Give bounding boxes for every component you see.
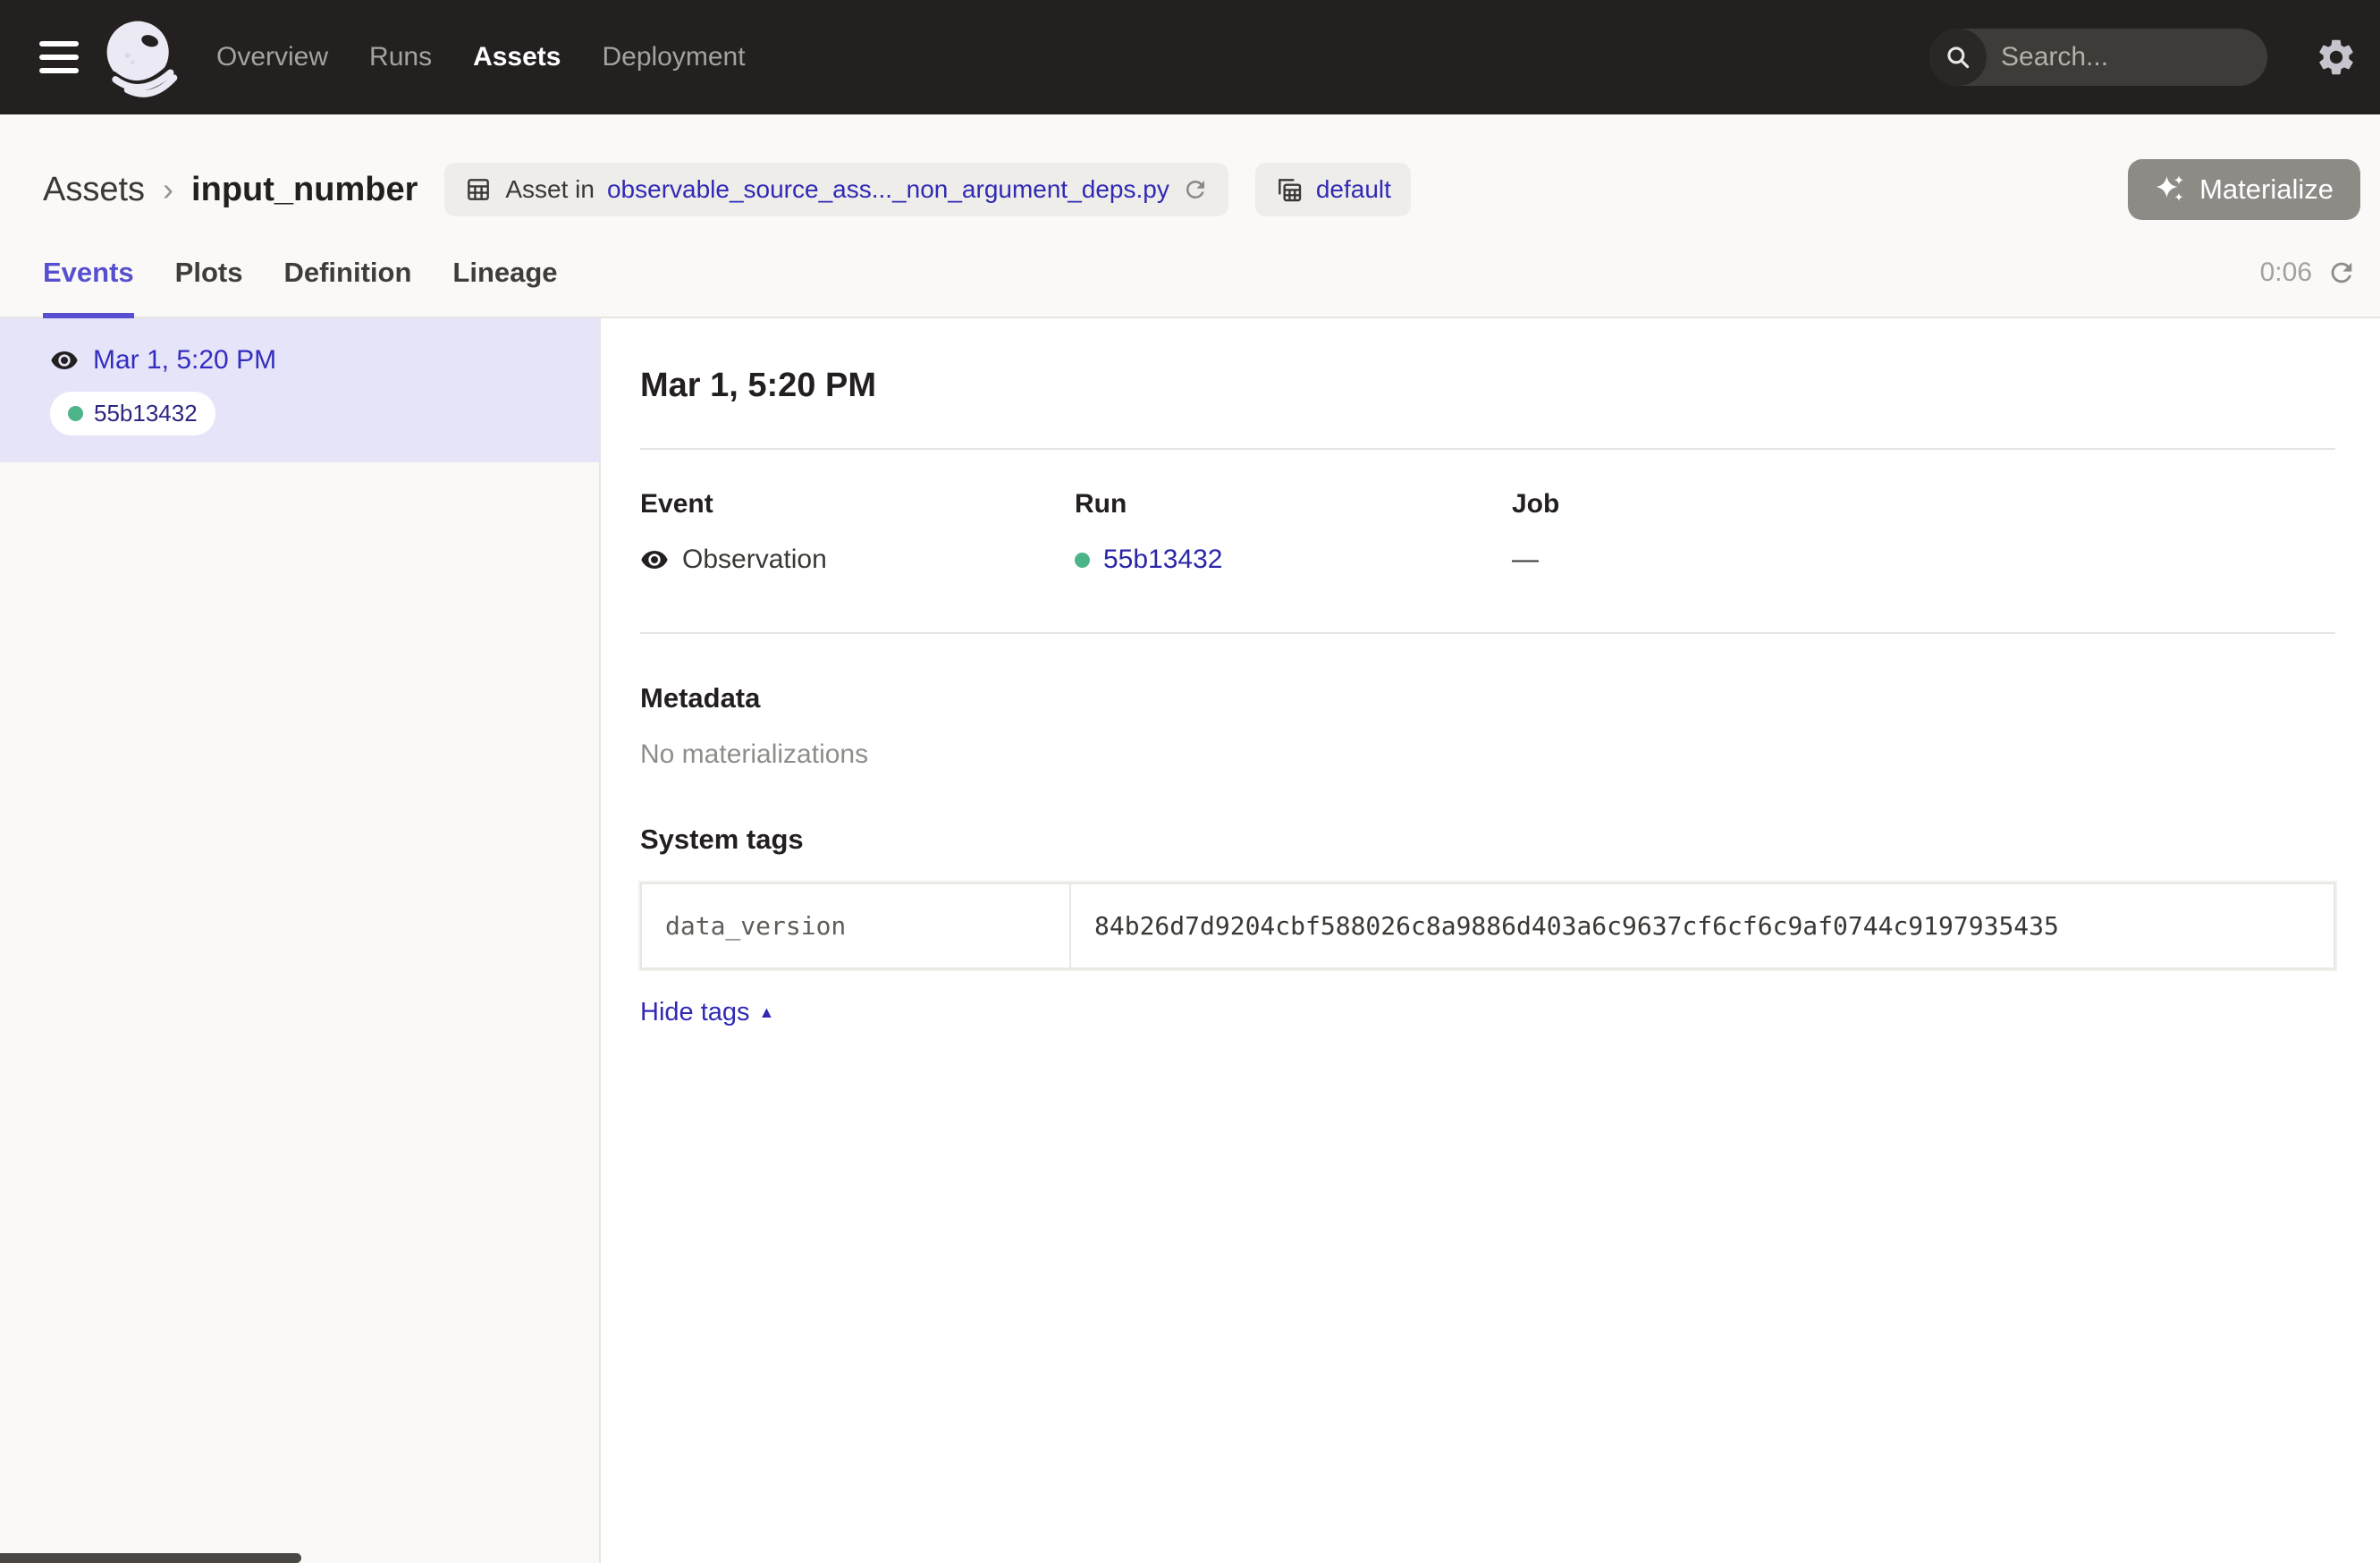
refresh-icon[interactable] — [2326, 258, 2357, 288]
event-detail-panel: Mar 1, 5:20 PM Event Observation — [601, 318, 2380, 1563]
search-icon — [1929, 29, 1987, 86]
settings-gear-icon[interactable] — [2314, 35, 2359, 80]
tab-plots[interactable]: Plots — [175, 229, 243, 317]
event-column-header: Event — [640, 489, 1075, 520]
materialize-button[interactable]: Materialize — [2128, 159, 2360, 220]
content-area: Mar 1, 5:20 PM 55b13432 Mar 1, 5:20 PM E… — [0, 318, 2380, 1563]
metadata-empty-text: No materializations — [640, 739, 2335, 770]
run-status-dot — [68, 406, 83, 421]
breadcrumb-assets-link[interactable]: Assets — [43, 171, 145, 209]
hide-tags-link[interactable]: Hide tags ▲ — [640, 998, 774, 1027]
divider — [640, 632, 2335, 634]
search-input[interactable] — [1987, 42, 2267, 72]
top-navbar: Overview Runs Assets Deployment / — [0, 0, 2380, 114]
nav-item-deployment[interactable]: Deployment — [602, 42, 745, 72]
code-location-link[interactable]: observable_source_ass..._non_argument_de… — [607, 175, 1169, 204]
observation-eye-icon — [50, 346, 79, 375]
asset-page-header: Assets › input_number Asset in observabl… — [0, 114, 2380, 318]
system-tags-table: data_version 84b26d7d9204cbf588026c8a988… — [640, 883, 2335, 969]
metadata-heading: Metadata — [640, 682, 2335, 714]
sparkle-icon — [2155, 173, 2187, 206]
caret-up-icon: ▲ — [759, 1003, 775, 1022]
asset-definition-pill: Asset in observable_source_ass..._non_ar… — [444, 163, 1228, 216]
event-column: Event Observation — [640, 489, 1075, 575]
repository-default-link[interactable]: default — [1316, 175, 1391, 204]
table-row: data_version 84b26d7d9204cbf588026c8a988… — [641, 883, 2334, 968]
run-badge[interactable]: 55b13432 — [50, 392, 215, 435]
nav-item-overview[interactable]: Overview — [216, 42, 328, 72]
run-status-dot — [1075, 553, 1090, 568]
run-id-link[interactable]: 55b13432 — [1103, 545, 1222, 575]
menu-icon[interactable] — [39, 41, 82, 73]
sidebar-horizontal-scrollbar[interactable] — [0, 1553, 301, 1563]
observation-eye-icon — [640, 545, 669, 574]
run-column: Run 55b13432 — [1075, 489, 1512, 575]
chevron-right-icon: › — [163, 171, 173, 208]
repository-grid-icon — [1275, 175, 1304, 204]
app-window: Overview Runs Assets Deployment / — [0, 0, 2380, 1563]
asset-tabs-row: Events Plots Definition Lineage 0:06 — [0, 229, 2380, 318]
system-tags-heading: System tags — [640, 824, 2335, 856]
event-summary-columns: Event Observation Run 55b1343 — [640, 489, 2335, 575]
breadcrumb: Assets › input_number Asset in observabl… — [0, 114, 2380, 229]
table-grid-icon — [464, 175, 493, 204]
refresh-countdown: 0:06 — [2260, 258, 2312, 288]
run-column-header: Run — [1075, 489, 1512, 520]
nav-item-runs[interactable]: Runs — [369, 42, 432, 72]
asset-name-title: input_number — [191, 171, 418, 209]
nav-item-assets[interactable]: Assets — [473, 42, 561, 72]
event-date-label: Mar 1, 5:20 PM — [93, 345, 276, 376]
tag-key-cell: data_version — [641, 883, 1070, 968]
tab-definition[interactable]: Definition — [283, 229, 411, 317]
event-list-sidebar: Mar 1, 5:20 PM 55b13432 — [0, 318, 601, 1563]
divider — [640, 448, 2335, 450]
materialize-label: Materialize — [2199, 173, 2334, 206]
event-list-item[interactable]: Mar 1, 5:20 PM 55b13432 — [0, 318, 599, 462]
job-column: Job — — [1512, 489, 2335, 575]
primary-nav: Overview Runs Assets Deployment — [216, 42, 746, 72]
run-id-label: 55b13432 — [94, 400, 198, 427]
dagster-logo-icon[interactable] — [98, 14, 184, 100]
hide-tags-label: Hide tags — [640, 998, 750, 1027]
repository-pill: default — [1255, 163, 1411, 216]
job-empty-value: — — [1512, 545, 1539, 575]
asset-in-label: Asset in — [505, 175, 595, 204]
search-box[interactable]: / — [1929, 29, 2267, 86]
asset-tabs: Events Plots Definition Lineage — [43, 229, 558, 317]
job-column-header: Job — [1512, 489, 2335, 520]
tab-lineage[interactable]: Lineage — [452, 229, 557, 317]
reload-definitions-icon[interactable] — [1182, 176, 1209, 203]
refresh-timer-group: 0:06 — [2260, 229, 2357, 317]
tag-value-cell: 84b26d7d9204cbf588026c8a9886d403a6c9637c… — [1070, 883, 2334, 968]
event-detail-title: Mar 1, 5:20 PM — [640, 367, 2335, 405]
tab-events[interactable]: Events — [43, 229, 134, 317]
event-type-label: Observation — [682, 545, 827, 575]
navbar-right: / — [1929, 29, 2359, 86]
